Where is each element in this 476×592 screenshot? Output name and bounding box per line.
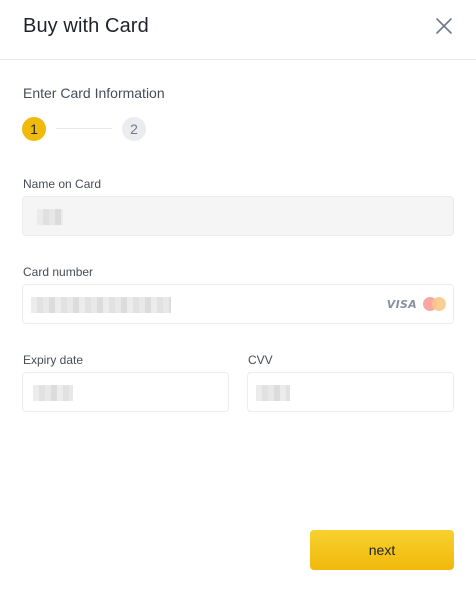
next-button[interactable]: next <box>310 530 454 570</box>
expiry-date-label: Expiry date <box>23 353 84 367</box>
card-brands: VISA <box>387 285 447 323</box>
card-number-label: Card number <box>23 265 94 279</box>
name-on-card-field[interactable] <box>22 196 454 236</box>
step-1: 1 <box>22 117 46 141</box>
step-connector <box>56 128 112 129</box>
dialog-header: Buy with Card <box>0 0 476 60</box>
dialog-title: Buy with Card <box>23 15 149 37</box>
card-number-field[interactable]: VISA <box>22 284 454 324</box>
redacted-name <box>37 209 63 225</box>
stepper: 1 2 <box>22 117 162 141</box>
step-2: 2 <box>122 117 146 141</box>
expiry-date-field[interactable] <box>22 372 229 412</box>
name-on-card-input[interactable] <box>23 197 453 235</box>
section-label: Enter Card Information <box>23 85 165 101</box>
redacted-card-number <box>31 297 171 313</box>
cvv-field[interactable] <box>247 372 454 412</box>
mastercard-icon <box>423 296 447 312</box>
cvv-label: CVV <box>248 353 273 367</box>
redacted-expiry <box>33 385 73 401</box>
visa-logo: VISA <box>386 297 417 311</box>
name-on-card-label: Name on Card <box>23 177 102 191</box>
close-icon[interactable] <box>432 14 456 38</box>
redacted-cvv <box>256 385 290 401</box>
